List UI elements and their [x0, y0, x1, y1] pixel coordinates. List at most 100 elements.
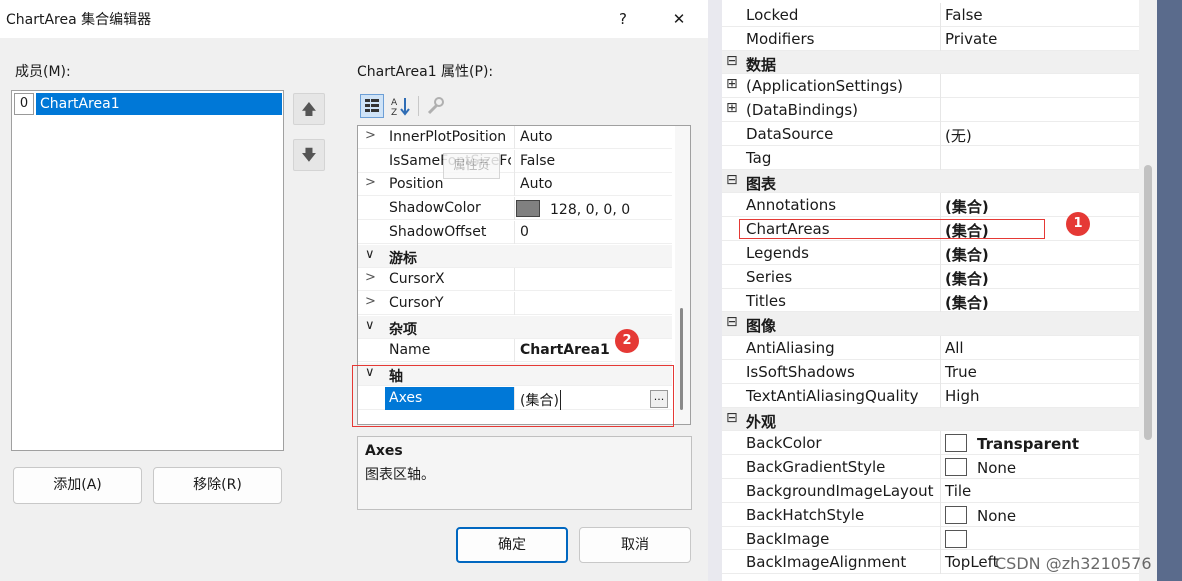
categorized-button[interactable]: [360, 94, 384, 118]
panel-property-row[interactable]: Modifiers Private: [722, 26, 1139, 51]
panel-property-name: BackImage: [746, 529, 830, 548]
panel-property-name: (ApplicationSettings): [746, 77, 904, 96]
panel-category-row[interactable]: ⊟ 图像: [722, 312, 1139, 337]
panel-property-row[interactable]: ⊞ (ApplicationSettings): [722, 74, 1139, 99]
grid-property-value[interactable]: False: [520, 153, 555, 169]
grid-property-row[interactable]: ShadowOffset 0: [358, 220, 672, 244]
panel-property-value[interactable]: None: [945, 458, 1016, 477]
grid-property-value[interactable]: Auto: [520, 129, 553, 145]
panel-category-row[interactable]: ⊟ 数据: [722, 50, 1139, 75]
panel-property-value[interactable]: (集合): [945, 196, 989, 217]
panel-property-row[interactable]: BackGradientStyle None: [722, 455, 1139, 480]
grid-property-row[interactable]: > CursorX: [358, 268, 672, 292]
description-pane: Axes 图表区轴。: [357, 436, 692, 510]
help-button[interactable]: ?: [600, 0, 646, 38]
panel-category-row[interactable]: ⊟ 图表: [722, 169, 1139, 194]
panel-property-value[interactable]: Transparent: [945, 434, 1079, 453]
panel-property-row[interactable]: BackColor Transparent: [722, 431, 1139, 456]
expander-icon[interactable]: ∨: [365, 318, 375, 333]
expander-icon[interactable]: ∨: [365, 247, 375, 262]
grid-category-row[interactable]: ∨ 游标: [358, 244, 672, 268]
collapse-icon[interactable]: ⊟: [726, 410, 738, 426]
panel-property-value[interactable]: (集合): [945, 244, 989, 265]
panel-property-name: AntiAliasing: [746, 339, 835, 358]
panel-property-value[interactable]: True: [945, 363, 977, 381]
ok-button[interactable]: 确定: [456, 527, 568, 563]
expand-icon[interactable]: ⊞: [726, 100, 738, 116]
move-up-button[interactable]: 🡅: [293, 93, 325, 125]
panel-property-row[interactable]: Tag: [722, 145, 1139, 170]
color-swatch: [945, 458, 967, 477]
panel-property-name: BackGradientStyle: [746, 458, 886, 477]
panel-property-value[interactable]: Tile: [945, 482, 971, 500]
panel-property-value[interactable]: All: [945, 339, 964, 357]
grid-property-row[interactable]: ShadowColor 128, 0, 0, 0: [358, 197, 672, 221]
grid-property-row[interactable]: > CursorY: [358, 291, 672, 315]
panel-property-row[interactable]: BackHatchStyle None: [722, 502, 1139, 527]
properties-panel[interactable]: Locked False Modifiers Private ⊟ 数据 ⊞ (Applicat…: [722, 0, 1139, 581]
panel-property-value[interactable]: None: [945, 505, 1016, 525]
panel-property-row[interactable]: IsSoftShadows True: [722, 360, 1139, 384]
panel-property-row[interactable]: DataSource (无): [722, 122, 1139, 146]
grid-property-row[interactable]: IsSameFontSizeFcFalse: [358, 149, 672, 173]
expander-icon[interactable]: >: [365, 128, 376, 143]
grid-property-value[interactable]: 128, 0, 0, 0: [516, 200, 630, 218]
expander-icon[interactable]: >: [365, 294, 376, 309]
panel-property-value[interactable]: (集合): [945, 292, 989, 313]
panel-property-value[interactable]: (集合): [945, 268, 989, 289]
member-item[interactable]: 0 ChartArea1: [14, 93, 282, 115]
panel-category-row[interactable]: ⊟ 外观: [722, 407, 1139, 432]
collapse-icon[interactable]: ⊟: [726, 314, 738, 330]
categorized-icon: [365, 99, 379, 112]
panel-property-name: Tag: [746, 148, 772, 167]
expand-icon[interactable]: ⊞: [726, 76, 738, 92]
expander-icon[interactable]: >: [365, 270, 376, 285]
grid-property-value[interactable]: ChartArea1: [520, 342, 610, 358]
close-button[interactable]: ✕: [656, 0, 702, 38]
panel-property-row[interactable]: Legends (集合): [722, 241, 1139, 265]
arrow-down-icon: 🡇: [301, 146, 317, 164]
panel-property-name: BackgroundImageLayout: [746, 482, 934, 500]
panel-property-name: IsSoftShadows: [746, 363, 855, 381]
panel-property-row[interactable]: Series (集合): [722, 264, 1139, 289]
panel-column-divider: [940, 431, 941, 456]
expander-icon[interactable]: >: [365, 175, 376, 190]
grid-property-value[interactable]: Auto: [520, 176, 553, 192]
panel-property-value[interactable]: [945, 529, 977, 549]
remove-button[interactable]: 移除(R): [153, 467, 282, 504]
collapse-icon[interactable]: ⊟: [726, 172, 738, 188]
grid-property-row[interactable]: > InnerPlotPosition Auto: [358, 126, 672, 149]
window-separator: [708, 0, 722, 581]
panel-property-value[interactable]: High: [945, 387, 979, 405]
grid-property-row[interactable]: > Position Auto: [358, 173, 672, 197]
property-pages-button[interactable]: [424, 95, 446, 117]
panel-property-name: Legends: [746, 244, 809, 262]
panel-property-value[interactable]: False: [945, 6, 983, 24]
panel-column-divider: [940, 145, 941, 170]
panel-property-value[interactable]: Private: [945, 30, 997, 48]
move-down-button[interactable]: 🡇: [293, 139, 325, 171]
panel-property-row[interactable]: Locked False: [722, 3, 1139, 27]
grid-scrollbar-thumb[interactable]: [680, 308, 683, 410]
panel-scrollbar-thumb[interactable]: [1144, 165, 1152, 440]
panel-property-value[interactable]: (无): [945, 125, 972, 146]
add-button[interactable]: 添加(A): [13, 467, 142, 504]
alphabetical-button[interactable]: A Z: [389, 95, 413, 118]
grid-property-value[interactable]: 0: [520, 224, 529, 240]
members-listbox[interactable]: 0 ChartArea1: [11, 90, 284, 451]
panel-property-row[interactable]: Titles (集合): [722, 288, 1139, 313]
window-edge: [1157, 0, 1182, 581]
panel-property-row[interactable]: TextAntiAliasingQuality High: [722, 383, 1139, 408]
panel-property-row[interactable]: BackImage: [722, 526, 1139, 551]
watermark: CSDN @zh3210576: [995, 554, 1152, 573]
panel-property-row[interactable]: BackgroundImageLayout Tile: [722, 479, 1139, 503]
panel-property-value[interactable]: TopLeft: [945, 553, 999, 571]
panel-property-row[interactable]: AntiAliasing All: [722, 336, 1139, 361]
sort-az-icon: A Z: [391, 98, 410, 118]
panel-property-name: Modifiers: [746, 29, 815, 48]
collapse-icon[interactable]: ⊟: [726, 53, 738, 69]
panel-column-divider: [940, 526, 941, 551]
cancel-button[interactable]: 取消: [579, 527, 691, 563]
grid-scrollbar[interactable]: [675, 126, 690, 424]
panel-property-row[interactable]: ⊞ (DataBindings): [722, 98, 1139, 123]
